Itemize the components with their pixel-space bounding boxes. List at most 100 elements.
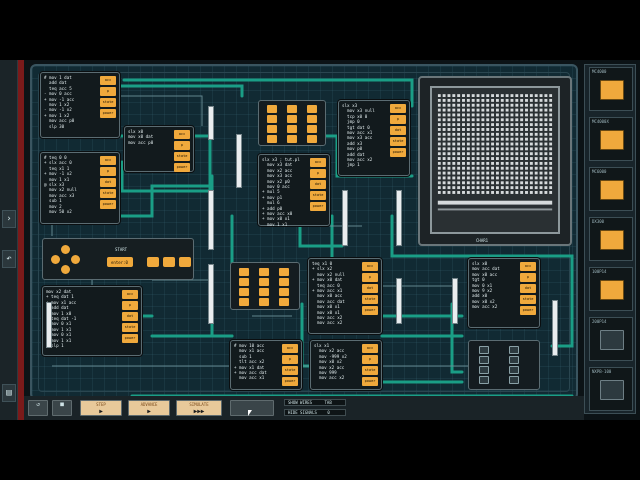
bridge-connector[interactable] (208, 190, 214, 250)
chip-icon (600, 180, 624, 200)
dpad-left-icon[interactable] (51, 255, 60, 264)
register-p: p (362, 273, 378, 282)
microcontroller-n2[interactable]: # teq 0 0 + slx acc 0 teq x1 1 + mov -1 … (40, 152, 120, 224)
microcontroller-n9[interactable]: # mov 10 acc mov x1 acc sub 1 tlt acc x2… (230, 340, 302, 390)
register-state: state (100, 98, 116, 107)
undo-button[interactable]: ↶ (2, 250, 16, 268)
node-registers: acc p state power (362, 344, 378, 388)
microcontroller-n5[interactable]: slx x3 ; tut.pl mov x3 dat mov x2 acc mo… (258, 154, 330, 227)
chip-icon (600, 380, 624, 400)
register-acc: acc (100, 156, 116, 165)
register-state: state (282, 366, 298, 375)
node-code[interactable]: slx x0 mov acc dat mov x0 acc tgt 0 mov … (472, 261, 500, 310)
bridge-connector[interactable] (552, 300, 558, 356)
component-palette: MC4000 MC4000X MC6000 DX300 100P14 200P1… (584, 64, 636, 414)
simulate-button[interactable]: SIMULATE ▶▶▶ (176, 400, 222, 416)
step-button[interactable]: STEP ▶ (80, 400, 122, 416)
register-p: p (174, 141, 190, 150)
show-wires-toggle[interactable]: SHOW WIRES TAB (284, 399, 346, 406)
palette-mc4000[interactable]: MC4000 (589, 67, 633, 111)
circuit-board[interactable]: # mov 1 dat add dat teq acc 5 - mov 0 ac… (30, 64, 578, 400)
register-state: state (362, 366, 378, 375)
button-c[interactable] (179, 257, 191, 267)
register-p: p (310, 169, 326, 178)
node-code[interactable]: slx x3 ; tut.pl mov x3 dat mov x2 acc mo… (262, 157, 300, 227)
chip-icon (600, 130, 624, 150)
bridge-connector[interactable] (46, 302, 52, 348)
memory-chip-middle[interactable] (230, 262, 300, 310)
register-p: p (100, 87, 116, 96)
bridge-connector[interactable] (396, 190, 402, 246)
node-registers: acc p dat state power (520, 262, 536, 317)
register-dat: dat (520, 284, 536, 293)
chip-icon (600, 330, 624, 350)
advance-button[interactable]: ADVANCE ▶ (128, 400, 170, 416)
button-a[interactable] (147, 257, 159, 267)
register-acc: acc (310, 158, 326, 167)
register-acc: acc (362, 262, 378, 271)
palette-mc4000x[interactable]: MC4000X (589, 117, 633, 161)
palette-200p14[interactable]: 200P14 (589, 317, 633, 361)
node-code[interactable]: slx x3 mov x3 null tcp x0 0 jmp 0 tgt da… (342, 103, 375, 168)
display-screen (430, 86, 560, 234)
bridge-connector[interactable] (452, 278, 458, 324)
stop-button[interactable]: ■ (52, 400, 72, 416)
microcontroller-n6[interactable]: mov x2 dat + teq dat 1 + mov x1 acc add … (42, 286, 142, 356)
dpad-up-icon[interactable] (61, 245, 70, 254)
palette-mc6000[interactable]: MC6000 (589, 167, 633, 211)
chip-icon (600, 80, 624, 100)
simulation-toolbar: ↺ ■ STEP ▶ ADVANCE ▶ SIMULATE ▶▶▶ SHOW WIRE… (24, 396, 584, 420)
register-p: p (390, 115, 406, 124)
register-power: power (362, 306, 378, 315)
node-code[interactable]: teq x1 0 + slx x2 mov x2 null + mov x0 d… (312, 261, 345, 326)
microcontroller-n4[interactable]: slx x3 mov x3 null tcp x0 0 jmp 0 tgt da… (338, 100, 410, 176)
memory-chip-top[interactable] (258, 100, 326, 146)
bridge-connector[interactable] (396, 278, 402, 324)
speed-slider[interactable] (230, 400, 274, 416)
memory-bank-bottom-right[interactable] (468, 340, 540, 390)
microcontroller-n7[interactable]: teq x1 0 + slx x2 mov x2 null + mov x0 d… (308, 258, 382, 334)
dpad-right-icon[interactable] (71, 255, 80, 264)
node-code[interactable]: # mov 10 acc mov x1 acc sub 1 tlt acc x2… (234, 343, 267, 381)
node-code[interactable]: # mov 1 dat add dat teq acc 5 - mov 0 ac… (44, 75, 74, 129)
register-dat: dat (310, 180, 326, 189)
node-registers: acc p dat state power (310, 158, 326, 213)
node-registers: acc p dat state power (362, 262, 378, 317)
node-registers: acc p state power (100, 76, 116, 120)
node-code[interactable]: # teq 0 0 + slx acc 0 teq x1 1 + mov -1 … (44, 155, 77, 214)
gamepad-controller[interactable]: START enter:0 (42, 238, 194, 280)
bridge-connector[interactable] (236, 134, 242, 188)
palette-dx300[interactable]: DX300 (589, 217, 633, 261)
bridge-connector[interactable] (208, 264, 214, 324)
game-stage: › ↶ ▤ # mov 1 dat add dat teq acc 5 - mo… (0, 60, 640, 420)
register-power: power (122, 334, 138, 343)
reset-button[interactable]: ↺ (28, 400, 48, 416)
dpad-down-icon[interactable] (61, 265, 70, 274)
character-display[interactable]: CHAR1 (418, 76, 572, 246)
node-code[interactable]: slx x1 mov x2 acc mov -999 x2 mov x0 x2 … (314, 343, 347, 381)
register-acc: acc (122, 290, 138, 299)
microcontroller-n3[interactable]: slx x0 mov x0 dat mov acc p0 acc p state… (124, 126, 194, 172)
mouse-cursor-icon (248, 410, 252, 416)
register-state: state (122, 323, 138, 332)
microcontroller-n8[interactable]: slx x0 mov acc dat mov x0 acc tgt 0 mov … (468, 258, 540, 328)
collapse-button[interactable]: › (2, 210, 16, 228)
register-power: power (100, 109, 116, 118)
node-registers: acc p dat state power (122, 290, 138, 345)
bridge-connector[interactable] (342, 190, 348, 246)
select-label: enter:0 (111, 260, 128, 265)
palette-nxpb100[interactable]: NXPB-100 (589, 367, 633, 411)
microcontroller-n1[interactable]: # mov 1 dat add dat teq acc 5 - mov 0 ac… (40, 72, 120, 138)
register-state: state (174, 152, 190, 161)
trash-icon[interactable]: ▤ (2, 384, 16, 402)
register-power: power (310, 202, 326, 211)
node-code[interactable]: slx x0 mov x0 dat mov acc p0 (128, 129, 153, 145)
register-state: state (310, 191, 326, 200)
register-acc: acc (174, 130, 190, 139)
register-dat: dat (362, 284, 378, 293)
palette-100p14[interactable]: 100P14 (589, 267, 633, 311)
bridge-connector[interactable] (208, 106, 214, 140)
microcontroller-n10[interactable]: slx x1 mov x2 acc mov -999 x2 mov x0 x2 … (310, 340, 382, 390)
button-b[interactable] (163, 257, 175, 267)
hide-signals-toggle[interactable]: HIDE SIGNALS 0 (284, 409, 346, 416)
